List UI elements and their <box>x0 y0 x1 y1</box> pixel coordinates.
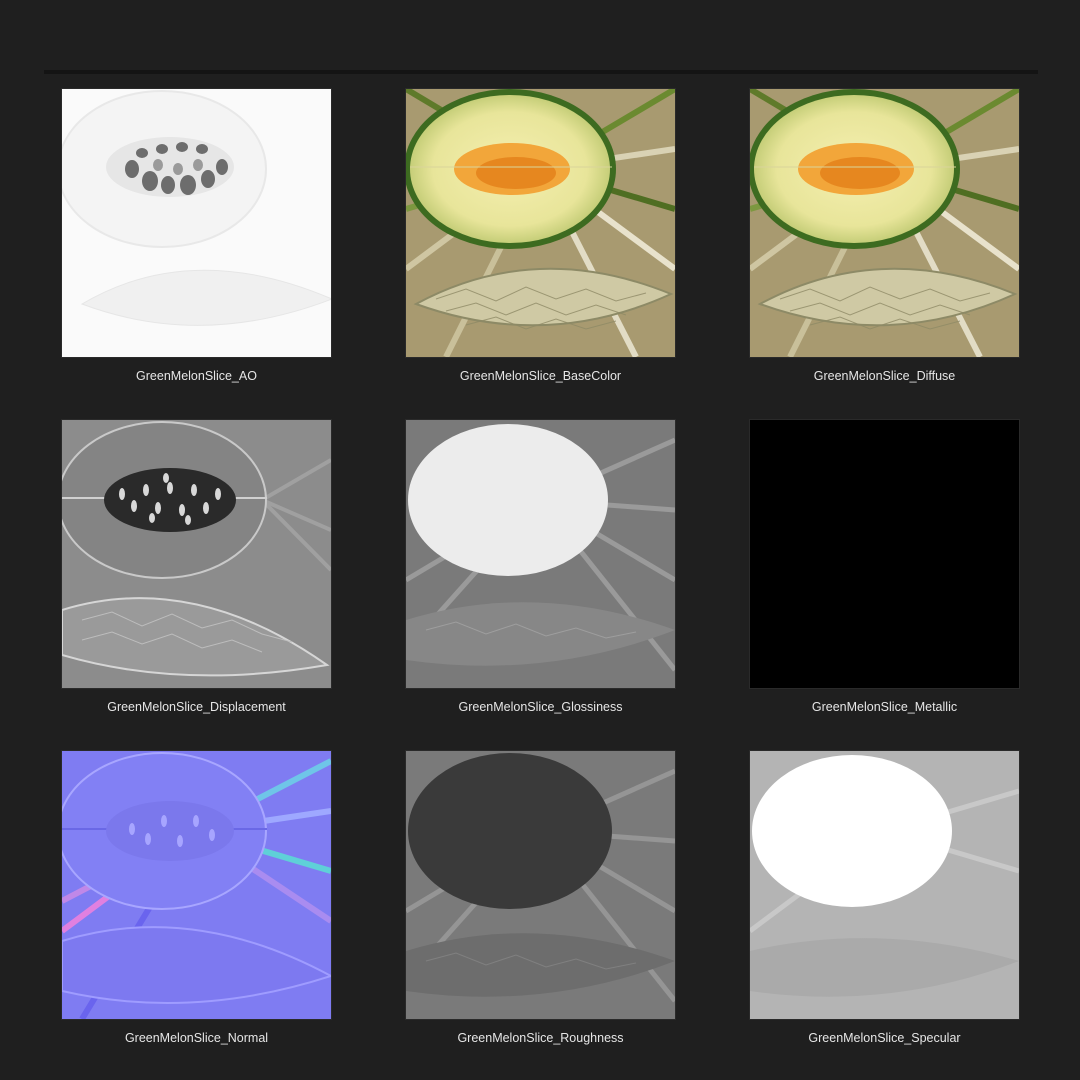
diffuse-map-thumbnail[interactable] <box>750 89 1019 357</box>
metallic-map-thumbnail[interactable] <box>750 420 1019 688</box>
normal-map-thumbnail[interactable] <box>62 751 331 1019</box>
texture-tile-basecolor[interactable]: GreenMelonSlice_BaseColor <box>406 89 675 384</box>
glossiness-map-thumbnail[interactable] <box>406 420 675 688</box>
specular-map-thumbnail[interactable] <box>750 751 1019 1019</box>
texture-caption: GreenMelonSlice_Specular <box>808 1031 961 1045</box>
texture-caption: GreenMelonSlice_Metallic <box>811 700 958 714</box>
top-divider <box>44 70 1038 74</box>
texture-tile-ao[interactable]: GreenMelonSlice_AO <box>62 89 331 384</box>
texture-tile-displacement[interactable]: GreenMelonSlice_Displacement <box>62 420 331 715</box>
texture-tile-diffuse[interactable]: GreenMelonSlice_Diffuse <box>750 89 1019 384</box>
displacement-map-thumbnail[interactable] <box>62 420 331 688</box>
texture-tile-roughness[interactable]: GreenMelonSlice_Roughness <box>406 751 675 1046</box>
texture-caption: GreenMelonSlice_Diffuse <box>813 369 956 383</box>
texture-caption: GreenMelonSlice_Glossiness <box>458 700 623 714</box>
roughness-map-thumbnail[interactable] <box>406 751 675 1019</box>
texture-caption: GreenMelonSlice_Displacement <box>107 700 286 714</box>
basecolor-map-thumbnail[interactable] <box>406 89 675 357</box>
texture-grid: GreenMelonSlice_AO GreenMelonSlice_BaseC… <box>62 89 1019 1046</box>
texture-tile-metallic[interactable]: GreenMelonSlice_Metallic <box>750 420 1019 715</box>
texture-tile-glossiness[interactable]: GreenMelonSlice_Glossiness <box>406 420 675 715</box>
texture-caption: GreenMelonSlice_Roughness <box>457 1031 624 1045</box>
texture-caption: GreenMelonSlice_Normal <box>124 1031 269 1045</box>
texture-tile-normal[interactable]: GreenMelonSlice_Normal <box>62 751 331 1046</box>
ao-map-thumbnail[interactable] <box>62 89 331 357</box>
texture-caption: GreenMelonSlice_AO <box>136 369 257 383</box>
texture-tile-specular[interactable]: GreenMelonSlice_Specular <box>750 751 1019 1046</box>
texture-caption: GreenMelonSlice_BaseColor <box>459 369 622 383</box>
